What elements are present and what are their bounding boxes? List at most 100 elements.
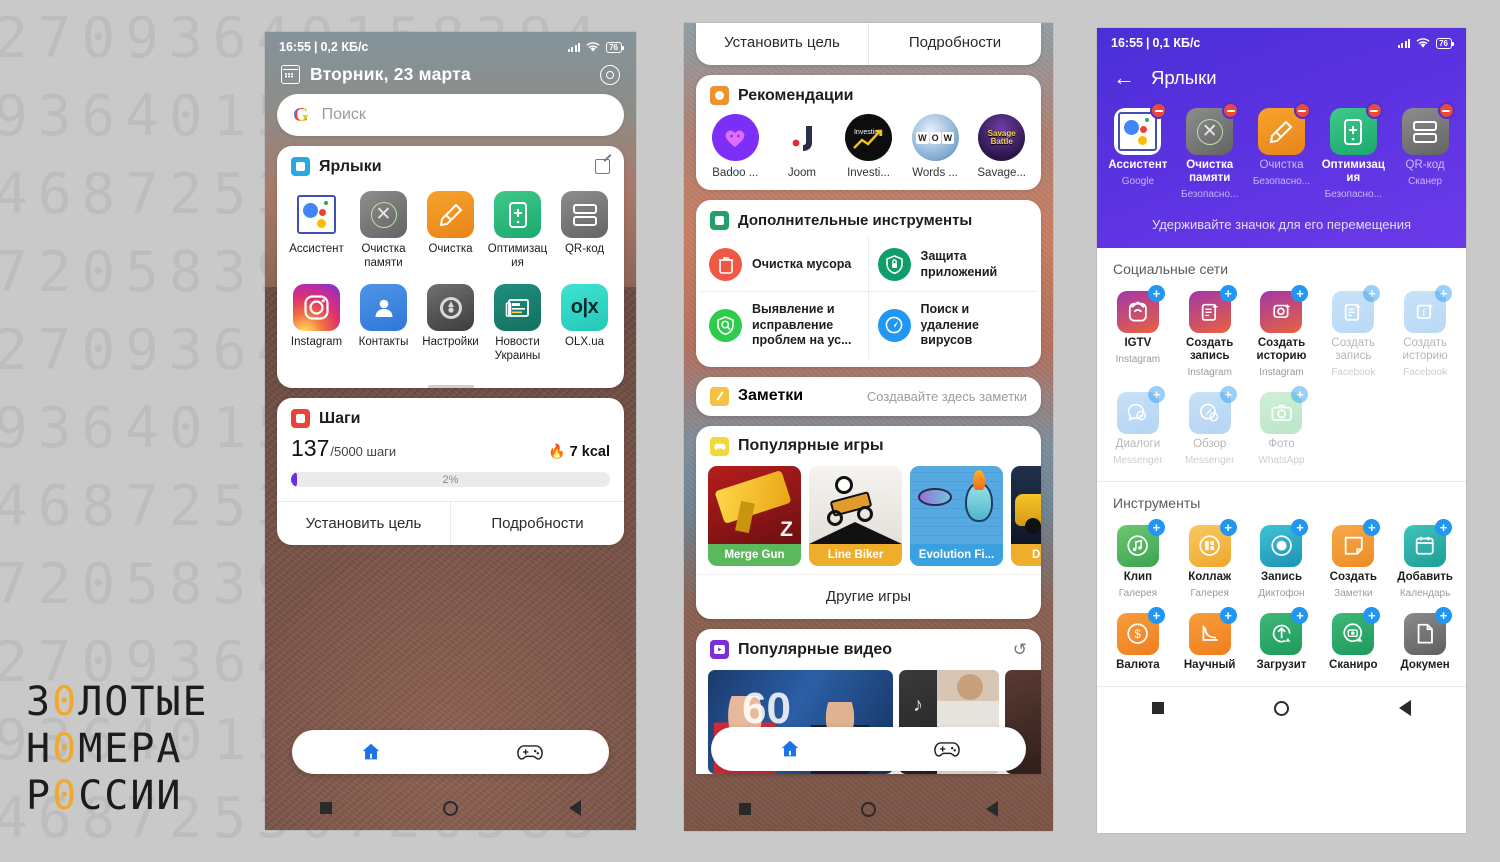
refresh-icon[interactable]: ↺ [1013, 640, 1027, 660]
shortcut-app[interactable]: Контакты [350, 277, 417, 370]
recommended-app[interactable]: W O W Words ... [902, 114, 969, 179]
add-shortcut-button[interactable]: + [1147, 285, 1165, 302]
installed-shortcut[interactable]: Ассистент Google [1102, 102, 1174, 204]
edit-icon[interactable] [595, 159, 610, 174]
available-shortcut-subtitle: Заметки [1334, 588, 1373, 599]
recommended-app[interactable]: Investing Investi... [835, 114, 902, 179]
home-icon[interactable] [442, 800, 458, 816]
recent-apps-icon[interactable] [1152, 702, 1164, 714]
shortcut-app[interactable]: Instagram [283, 277, 350, 370]
shortcut-app[interactable]: Настройки [417, 277, 484, 370]
add-shortcut-button[interactable]: + [1435, 519, 1453, 536]
available-shortcut[interactable]: + Создать запись Instagram [1174, 285, 1246, 387]
add-shortcut-button[interactable]: + [1363, 607, 1381, 624]
dock-home-button[interactable] [292, 741, 451, 763]
recommended-app[interactable]: Savage Battle Savage... [968, 114, 1035, 179]
home-icon[interactable] [1274, 700, 1289, 716]
remove-shortcut-button[interactable] [1437, 102, 1455, 119]
tool-item[interactable]: Выявление и исправление проблем на ус... [700, 292, 869, 359]
icon-wrapper: + [1116, 386, 1165, 434]
settings-icon[interactable] [600, 64, 620, 85]
available-shortcut[interactable]: + Создать запись Facebook [1317, 285, 1389, 387]
recent-apps-icon[interactable] [320, 802, 333, 814]
game-tile[interactable]: Evolution Fi... [910, 465, 1003, 566]
recent-apps-icon[interactable] [739, 803, 751, 815]
game-tile[interactable]: Line Biker [809, 465, 902, 566]
card-drag-handle[interactable] [427, 385, 474, 388]
set-goal-button[interactable]: Установить цель [277, 502, 451, 545]
available-shortcut[interactable]: + Диалоги Messenger [1102, 386, 1174, 475]
back-icon[interactable] [986, 801, 998, 817]
dock-home-button[interactable] [711, 738, 869, 760]
details-button[interactable]: Подробности [869, 23, 1041, 65]
add-shortcut-button[interactable]: + [1363, 519, 1381, 536]
home-icon[interactable] [861, 801, 876, 817]
available-shortcut[interactable]: + Докумен [1389, 607, 1461, 680]
more-games-button[interactable]: Другие игры [696, 573, 1041, 619]
recommended-app[interactable]: Joom [769, 114, 836, 179]
shortcut-app[interactable]: Новости Украины [484, 277, 551, 370]
shortcut-app[interactable]: Ассистент [283, 184, 350, 277]
available-shortcut[interactable]: + Обзор Messenger [1174, 386, 1246, 475]
available-shortcut[interactable]: f + Создать историю Facebook [1389, 285, 1461, 387]
tool-item[interactable]: Очистка мусора [700, 238, 869, 292]
remove-shortcut-button[interactable] [1293, 102, 1311, 119]
set-goal-button[interactable]: Установить цель [696, 23, 869, 65]
add-shortcut-button[interactable]: + [1147, 607, 1165, 624]
add-shortcut-button[interactable]: + [1291, 285, 1309, 302]
remove-shortcut-button[interactable] [1222, 102, 1240, 119]
available-shortcut[interactable]: + Запись Диктофон [1246, 519, 1318, 608]
available-shortcut[interactable]: + Клип Галерея [1102, 519, 1174, 608]
remove-shortcut-button[interactable] [1150, 102, 1168, 119]
shortcut-app[interactable]: o|x OLX.ua [551, 277, 618, 370]
tool-item[interactable]: Поиск и удаление вирусов [869, 292, 1038, 359]
tool-item[interactable]: Защита приложений [868, 238, 1037, 292]
available-shortcut[interactable]: + Сканиро [1317, 607, 1389, 680]
add-shortcut-button[interactable]: + [1219, 285, 1237, 302]
dock-games-button[interactable] [451, 742, 610, 762]
add-shortcut-button[interactable]: + [1291, 386, 1309, 403]
search-bar[interactable]: G Поиск [277, 94, 624, 136]
section-row: + Клип Галерея + Коллаж Галерея + Запись Диктофо… [1097, 519, 1466, 608]
add-shortcut-button[interactable]: + [1219, 519, 1237, 536]
available-shortcut[interactable]: + Научный [1174, 607, 1246, 680]
recommended-app[interactable]: Badoo ... [702, 114, 769, 179]
add-shortcut-button[interactable]: + [1291, 607, 1309, 624]
installed-shortcut[interactable]: QR-код Сканер [1389, 102, 1461, 204]
add-shortcut-button[interactable]: + [1435, 607, 1453, 624]
installed-shortcut[interactable]: Оптимизация Безопасно... [1317, 102, 1389, 204]
available-shortcut[interactable]: + Фото WhatsApp [1246, 386, 1318, 475]
dock-games-button[interactable] [869, 739, 1027, 759]
game-tile[interactable]: Z Merge Gun [708, 465, 801, 566]
available-shortcut-label: Сканиро [1329, 659, 1378, 671]
installed-shortcut[interactable]: Очистка Безопасно... [1246, 102, 1318, 204]
add-shortcut-button[interactable]: + [1219, 607, 1237, 624]
available-shortcut[interactable]: + Добавить Календарь [1389, 519, 1461, 608]
add-shortcut-button[interactable]: + [1147, 386, 1165, 403]
notes-card[interactable]: Заметки Создавайте здесь заметки [696, 376, 1041, 416]
shortcut-app[interactable]: Очистка [417, 184, 484, 277]
add-shortcut-button[interactable]: + [1147, 519, 1165, 536]
back-icon[interactable] [1399, 700, 1411, 716]
remove-shortcut-button[interactable] [1365, 102, 1383, 119]
shortcut-app[interactable]: Оптимизация [484, 184, 551, 277]
available-shortcut[interactable]: + IGTV Instagram [1102, 285, 1174, 387]
watermark-line-2: Н0МЕРА [26, 726, 183, 772]
add-shortcut-button[interactable]: + [1363, 285, 1381, 302]
shortcut-app[interactable]: ✕ Очистка памяти [350, 184, 417, 277]
available-shortcut[interactable]: + Загрузит [1246, 607, 1318, 680]
battery-icon: 76 [1436, 37, 1454, 49]
available-shortcut[interactable]: $ + Валюта [1102, 607, 1174, 680]
add-shortcut-button[interactable]: + [1435, 285, 1453, 302]
game-tile[interactable]: Drive Tax [1011, 465, 1041, 566]
details-button[interactable]: Подробности [451, 502, 624, 545]
back-arrow-icon[interactable]: ← [1113, 67, 1135, 89]
add-shortcut-button[interactable]: + [1291, 519, 1309, 536]
available-shortcut[interactable]: + Коллаж Галерея [1174, 519, 1246, 608]
installed-shortcut[interactable]: ✕ Очистка памяти Безопасно... [1174, 102, 1246, 204]
add-shortcut-button[interactable]: + [1219, 386, 1237, 403]
shortcut-app[interactable]: QR-код [551, 184, 618, 277]
back-icon[interactable] [568, 800, 581, 816]
available-shortcut[interactable]: + Создать Заметки [1317, 519, 1389, 608]
available-shortcut[interactable]: + Создать историю Instagram [1246, 285, 1318, 387]
